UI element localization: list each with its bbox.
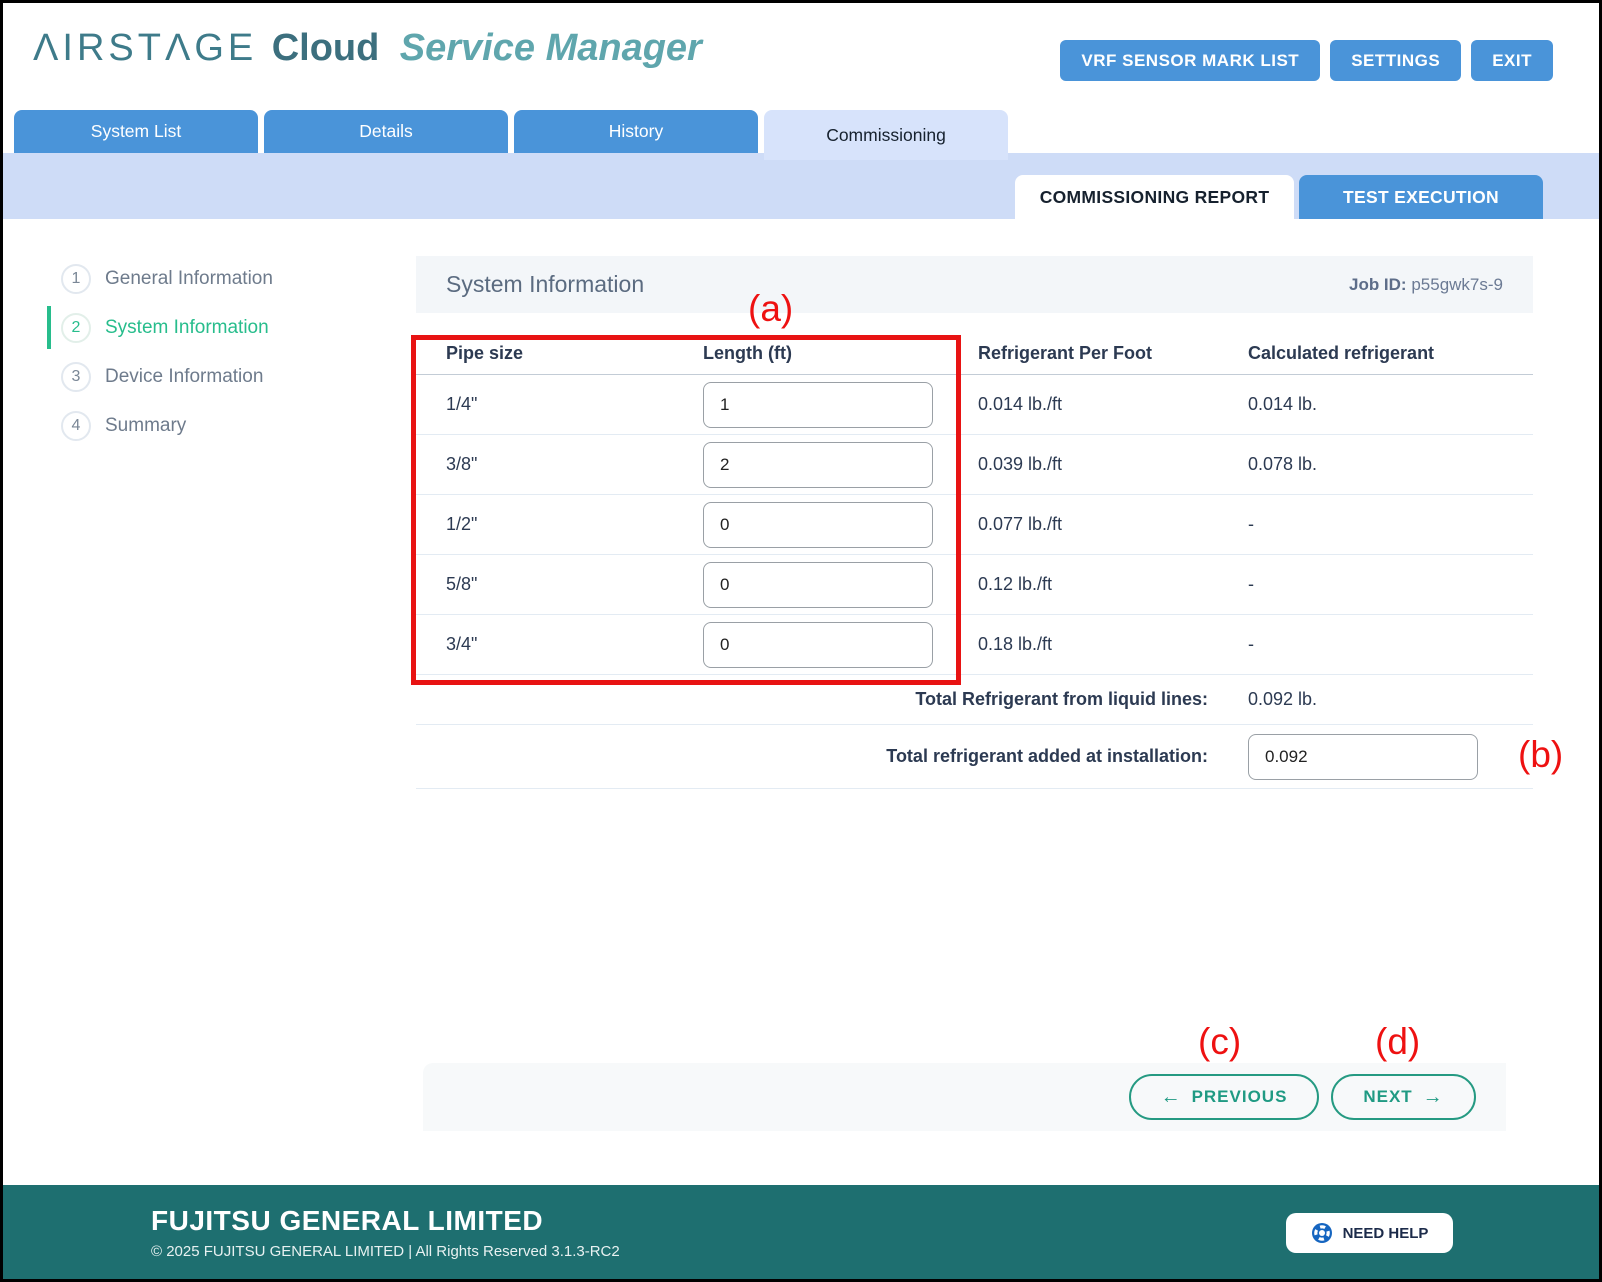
total-liquid-lines-row: Total Refrigerant from liquid lines: 0.0… (416, 675, 1533, 725)
next-button[interactable]: NEXT → (1331, 1074, 1476, 1120)
length-input-1-4[interactable] (703, 382, 933, 428)
col-header-length: Length (ft) (703, 343, 978, 364)
length-input-3-4[interactable] (703, 622, 933, 668)
annotation-c: (c) (1198, 1021, 1241, 1063)
pipe-size-value: 1/4" (446, 394, 703, 415)
system-information-panel: System Information Job ID: p55gwk7s-9 Pi… (416, 256, 1533, 789)
header-buttons: VRF SENSOR MARK LIST SETTINGS EXIT (1060, 40, 1553, 81)
per-foot-value: 0.039 lb./ft (978, 454, 1248, 475)
wizard-action-bar: ← PREVIOUS NEXT → (423, 1063, 1506, 1131)
job-id: Job ID: p55gwk7s-9 (1349, 275, 1503, 295)
left-arrow-icon: ← (1161, 1086, 1182, 1109)
pipe-size-value: 5/8" (446, 574, 703, 595)
per-foot-value: 0.18 lb./ft (978, 634, 1248, 655)
calculated-value: - (1248, 634, 1533, 655)
logo-brand-text: ΛIRSTΛGE (33, 27, 257, 69)
col-header-calculated-refrigerant: Calculated refrigerant (1248, 343, 1533, 364)
step-label: Summary (105, 415, 186, 437)
tab-commissioning[interactable]: Commissioning (764, 110, 1008, 160)
col-header-refrigerant-per-foot: Refrigerant Per Foot (978, 343, 1248, 364)
table-row: 1/4" 0.014 lb./ft 0.014 lb. (416, 375, 1533, 435)
total-liquid-lines-label: Total Refrigerant from liquid lines: (915, 689, 1248, 710)
per-foot-value: 0.014 lb./ft (978, 394, 1248, 415)
step-device-information[interactable]: 3 Device Information (3, 352, 416, 401)
pipe-size-value: 3/4" (446, 634, 703, 655)
step-label: System Information (105, 317, 269, 339)
tab-details[interactable]: Details (264, 110, 508, 153)
vrf-sensor-mark-list-button[interactable]: VRF SENSOR MARK LIST (1060, 40, 1320, 81)
app-logo: ΛIRSTΛGE Cloud Service Manager (33, 27, 702, 70)
table-row: 3/4" 0.18 lb./ft - (416, 615, 1533, 675)
total-liquid-lines-value: 0.092 lb. (1248, 689, 1533, 710)
settings-button[interactable]: SETTINGS (1330, 40, 1461, 81)
step-general-information[interactable]: 1 General Information (3, 254, 416, 303)
total-added-row: Total refrigerant added at installation: (416, 725, 1533, 789)
airstage-service-manager-window: ΛIRSTΛGE Cloud Service Manager VRF SENSO… (0, 0, 1602, 1282)
subtab-commissioning-report[interactable]: COMMISSIONING REPORT (1015, 175, 1294, 219)
step-summary[interactable]: 4 Summary (3, 401, 416, 450)
logo-product-text: Service Manager (400, 27, 702, 69)
total-added-input[interactable] (1248, 734, 1478, 780)
pipe-size-value: 1/2" (446, 514, 703, 535)
length-input-5-8[interactable] (703, 562, 933, 608)
step-system-information[interactable]: 2 System Information (3, 303, 416, 352)
step-number-circle: 1 (61, 264, 91, 294)
right-arrow-icon: → (1423, 1086, 1444, 1109)
step-number-circle: 3 (61, 362, 91, 392)
total-added-label: Total refrigerant added at installation: (886, 746, 1248, 767)
calculated-value: 0.078 lb. (1248, 454, 1533, 475)
per-foot-value: 0.12 lb./ft (978, 574, 1248, 595)
length-input-3-8[interactable] (703, 442, 933, 488)
length-input-1-2[interactable] (703, 502, 933, 548)
panel-header: System Information Job ID: p55gwk7s-9 (416, 256, 1533, 313)
tab-history[interactable]: History (514, 110, 758, 153)
tab-system-list[interactable]: System List (14, 110, 258, 153)
calculated-value: 0.014 lb. (1248, 394, 1533, 415)
calculated-value: - (1248, 514, 1533, 535)
pipe-size-value: 3/8" (446, 454, 703, 475)
panel-title: System Information (446, 271, 644, 298)
lifebuoy-icon (1311, 1222, 1333, 1244)
footer-copyright: © 2025 FUJITSU GENERAL LIMITED | All Rig… (151, 1243, 620, 1260)
step-label: Device Information (105, 366, 263, 388)
previous-button-label: PREVIOUS (1192, 1087, 1288, 1107)
next-button-label: NEXT (1363, 1087, 1412, 1107)
wizard-steps: 1 General Information 2 System Informati… (3, 254, 416, 450)
annotation-d: (d) (1375, 1021, 1420, 1063)
job-id-label: Job ID: (1349, 275, 1407, 294)
exit-button[interactable]: EXIT (1471, 40, 1553, 81)
page-footer: FUJITSU GENERAL LIMITED © 2025 FUJITSU G… (3, 1185, 1599, 1279)
table-row: 5/8" 0.12 lb./ft - (416, 555, 1533, 615)
logo-cloud-text: Cloud (272, 27, 380, 69)
step-number-circle: 2 (61, 313, 91, 343)
step-label: General Information (105, 268, 273, 290)
need-help-label: NEED HELP (1343, 1225, 1429, 1242)
step-number-circle: 4 (61, 411, 91, 441)
table-row: 3/8" 0.039 lb./ft 0.078 lb. (416, 435, 1533, 495)
subtab-test-execution[interactable]: TEST EXECUTION (1299, 175, 1543, 219)
pipe-table-header: Pipe size Length (ft) Refrigerant Per Fo… (416, 333, 1533, 375)
footer-company-name: FUJITSU GENERAL LIMITED (151, 1205, 543, 1237)
main-tab-bar: System List Details History Commissionin… (14, 110, 1008, 160)
col-header-pipe-size: Pipe size (446, 343, 703, 364)
calculated-value: - (1248, 574, 1533, 595)
table-row: 1/2" 0.077 lb./ft - (416, 495, 1533, 555)
need-help-button[interactable]: NEED HELP (1286, 1213, 1453, 1253)
job-id-value: p55gwk7s-9 (1411, 275, 1503, 294)
previous-button[interactable]: ← PREVIOUS (1129, 1074, 1319, 1120)
per-foot-value: 0.077 lb./ft (978, 514, 1248, 535)
